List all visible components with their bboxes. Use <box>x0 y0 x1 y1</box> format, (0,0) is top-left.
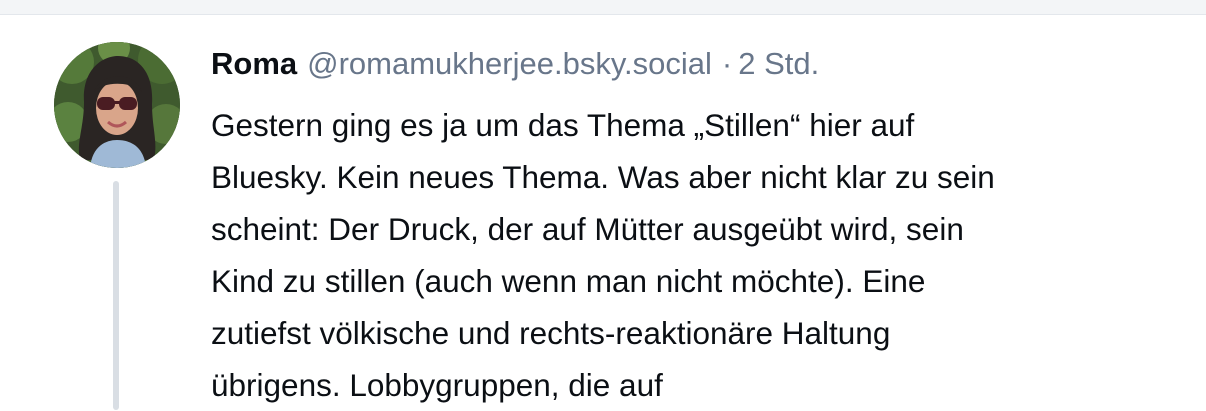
author-handle[interactable]: @romamukherjee.bsky.social <box>307 46 712 81</box>
author-name[interactable]: Roma <box>211 46 297 81</box>
user-avatar-photo-icon <box>54 42 180 168</box>
post-text-line: Kind zu stillen (auch wenn man nicht möc… <box>211 263 926 299</box>
post-text-line: Gestern ging es ja um das Thema „Stillen… <box>211 107 915 143</box>
post-header: Roma @romamukherjee.bsky.social · 2 Std. <box>211 44 819 84</box>
previous-post-edge <box>0 0 1206 15</box>
post-text-line: Bluesky. Kein neues Thema. Was aber nich… <box>211 159 995 195</box>
post-text-line: scheint: Der Druck, der auf Mütter ausge… <box>211 211 964 247</box>
header-separator: · <box>721 46 733 81</box>
post-text-line: zutiefst völkische und rechts-reaktionär… <box>211 315 891 351</box>
post-text: Gestern ging es ja um das Thema „Stillen… <box>211 99 1186 411</box>
avatar[interactable] <box>54 42 180 168</box>
thread-line <box>113 181 119 410</box>
post-item[interactable]: Roma @romamukherjee.bsky.social · 2 Std. Ge… <box>0 15 1206 410</box>
post-text-line: übrigens. Lobbygruppen, die auf <box>211 367 663 403</box>
post-timestamp[interactable]: 2 Std. <box>738 46 819 81</box>
